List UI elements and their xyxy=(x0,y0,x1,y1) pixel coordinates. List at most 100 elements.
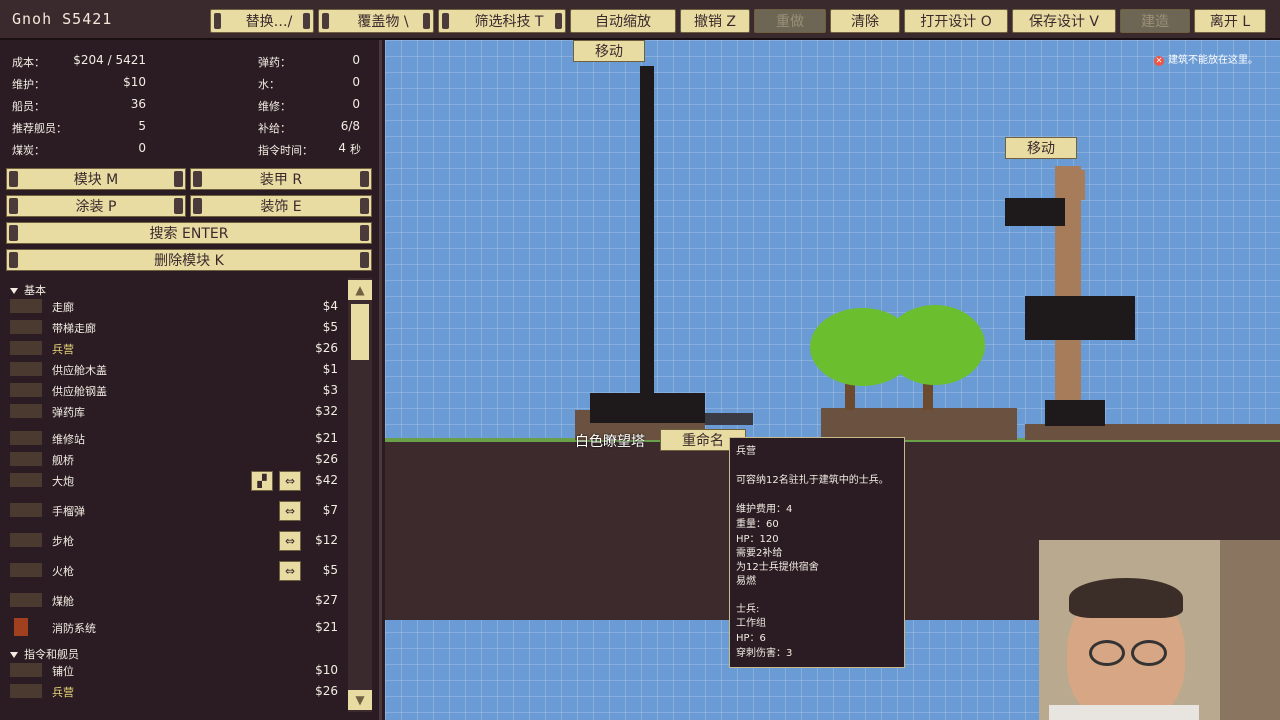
upkeep-label: 维护： xyxy=(12,78,45,91)
error-icon: ✕ xyxy=(1154,56,1164,66)
item-name: 铺位 xyxy=(52,665,74,678)
scroll-up-icon[interactable]: ▲ xyxy=(348,280,372,300)
open-design-button[interactable]: 打开设计 O xyxy=(904,9,1008,33)
scroll-down-icon[interactable]: ▼ xyxy=(348,690,372,710)
list-item[interactable]: 维修站 $21 xyxy=(6,428,346,448)
list-item[interactable]: 走廊 $4 xyxy=(6,296,346,316)
list-item[interactable]: 兵营 $26 xyxy=(6,338,346,358)
tooltip-title: 兵营 xyxy=(736,446,756,457)
search-button[interactable]: 搜索 ENTER xyxy=(6,222,372,244)
list-item[interactable]: 舰桥 $26 xyxy=(6,449,346,469)
ammo-value: 0 xyxy=(352,53,360,67)
list-item[interactable]: 煤舱 $27 xyxy=(6,590,346,610)
module-icon xyxy=(10,341,42,355)
water-label: 水： xyxy=(258,78,280,91)
item-price: $26 xyxy=(315,684,338,698)
item-price: $42 xyxy=(315,473,338,487)
tooltip-provides: 为12士兵提供宿舍 xyxy=(736,562,819,573)
rotate-icon[interactable]: ⇔ xyxy=(279,471,301,491)
item-name: 供应舱木盖 xyxy=(52,364,107,377)
crew-value: 36 xyxy=(130,97,146,111)
module-list: 基本 走廊 $4 带梯走廊 $5 兵营 $26 供应舱木盖 $1 供应舱钢盖 $3 弹药库… xyxy=(6,278,346,712)
build-button[interactable]: 建造 xyxy=(1120,9,1190,33)
list-item[interactable]: 铺位 $10 xyxy=(6,660,346,680)
module-icon xyxy=(10,533,42,547)
item-price: $3 xyxy=(322,383,338,397)
module-icon xyxy=(10,320,42,334)
tooltip-soldier-type: 工作组 xyxy=(736,618,766,629)
item-name: 兵营 xyxy=(52,686,74,699)
dirt-mound xyxy=(821,408,1017,440)
delete-module-button[interactable]: 删除模块 K xyxy=(6,249,372,271)
rotate-icon[interactable]: ⇔ xyxy=(279,561,301,581)
tower-base xyxy=(590,393,705,423)
module-icon xyxy=(14,618,28,636)
move-button[interactable]: 移动 xyxy=(1005,137,1077,159)
rec-crew-label: 推荐舰员： xyxy=(12,122,67,135)
item-price: $12 xyxy=(315,533,338,547)
coal-label: 煤炭： xyxy=(12,144,45,157)
water-value: 0 xyxy=(352,75,360,89)
tooltip-hp: HP：120 xyxy=(736,534,779,545)
tower-extension xyxy=(705,413,753,425)
cost-value: $204 / 5421 xyxy=(73,53,146,67)
webcam-overlay xyxy=(1039,540,1280,720)
item-name: 走廊 xyxy=(52,301,74,314)
item-name: 消防系统 xyxy=(52,622,96,635)
placement-warning: ✕ 建筑不能放在这里。 xyxy=(1154,51,1258,66)
coal-value: 0 xyxy=(138,141,146,155)
item-name: 步枪 xyxy=(52,535,74,548)
ship-name-label: 白色瞭望塔 xyxy=(575,434,645,450)
list-item[interactable]: 供应舱木盖 $1 xyxy=(6,359,346,379)
tool-icon[interactable]: ▞ xyxy=(251,471,273,491)
clear-button[interactable]: 清除 xyxy=(830,9,900,33)
item-price: $5 xyxy=(322,320,338,334)
list-item[interactable]: 供应舱钢盖 $3 xyxy=(6,380,346,400)
save-design-button[interactable]: 保存设计 V xyxy=(1012,9,1116,33)
list-item[interactable]: 带梯走廊 $5 xyxy=(6,317,346,337)
ammo-label: 弹药： xyxy=(258,56,291,69)
filter-tech-button[interactable]: 筛选科技 T xyxy=(438,9,566,33)
item-price: $7 xyxy=(322,503,338,517)
module-icon xyxy=(10,684,42,698)
item-name: 煤舱 xyxy=(52,595,74,608)
list-item[interactable]: 兵营 $26 xyxy=(6,681,346,701)
right-tower-wing xyxy=(1005,198,1065,226)
tooltip-soldier-damage: 穿刺伤害：3 xyxy=(736,648,793,659)
right-tower-base xyxy=(1045,400,1105,426)
item-price: $4 xyxy=(322,299,338,313)
tooltip-flammable: 易燃 xyxy=(736,576,756,587)
module-icon xyxy=(10,593,42,607)
module-icon xyxy=(10,452,42,466)
armor-tab[interactable]: 装甲 R xyxy=(190,168,372,190)
undo-button[interactable]: 撤销 Z xyxy=(680,9,750,33)
overlay-button[interactable]: 覆盖物 \ xyxy=(318,9,434,33)
item-price: $32 xyxy=(315,404,338,418)
paint-tab[interactable]: 涂装 P xyxy=(6,195,186,217)
move-button[interactable]: 移动 xyxy=(573,40,645,62)
scroll-thumb[interactable] xyxy=(351,304,369,360)
item-name: 维修站 xyxy=(52,433,85,446)
list-item[interactable]: 弹药库 $32 xyxy=(6,401,346,421)
item-price: $10 xyxy=(315,663,338,677)
redo-button[interactable]: 重做 xyxy=(754,9,826,33)
replace-button[interactable]: 替换…/ xyxy=(210,9,314,33)
module-tab[interactable]: 模块 M xyxy=(6,168,186,190)
leave-button[interactable]: 离开 L xyxy=(1194,9,1266,33)
module-icon xyxy=(10,563,42,577)
auto-zoom-button[interactable]: 自动缩放 xyxy=(570,9,676,33)
module-icon xyxy=(10,362,42,376)
glasses-left xyxy=(1089,640,1125,666)
item-name: 供应舱钢盖 xyxy=(52,385,107,398)
list-item[interactable]: 消防系统 $21 xyxy=(6,617,346,637)
item-name: 带梯走廊 xyxy=(52,322,96,335)
list-scrollbar[interactable]: ▲ ▼ xyxy=(348,278,372,712)
decor-tab[interactable]: 装饰 E xyxy=(190,195,372,217)
module-icon xyxy=(10,503,42,517)
right-tower-top xyxy=(1065,170,1085,200)
rotate-icon[interactable]: ⇔ xyxy=(279,531,301,551)
module-icon xyxy=(10,663,42,677)
rotate-icon[interactable]: ⇔ xyxy=(279,501,301,521)
item-name: 舰桥 xyxy=(52,454,74,467)
top-toolbar: Gnoh S5421 替换…/ 覆盖物 \ 筛选科技 T 自动缩放 撤销 Z 重… xyxy=(0,0,1280,40)
